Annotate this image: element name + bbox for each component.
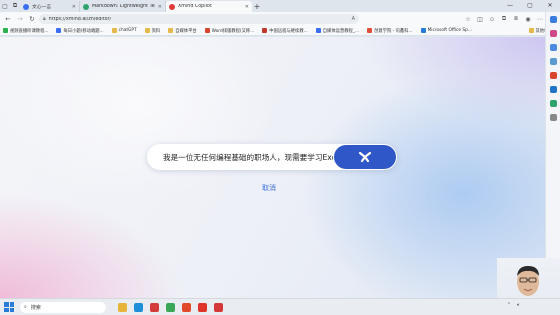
bookmark-item[interactable]: 每日小题(移动端题... xyxy=(56,28,104,34)
bookmark-item[interactable]: Microsoft Office Sp... xyxy=(420,28,472,33)
wps-icon[interactable] xyxy=(182,302,191,312)
bookmark-icon xyxy=(144,28,150,33)
prompt-text: 我是一位无任何编程基础的职场人，现需要学习Exc... xyxy=(163,152,333,162)
bookmark-icon xyxy=(367,28,373,33)
game-icon[interactable] xyxy=(549,58,557,65)
bookmark-label: Word排版教程(又称... xyxy=(211,28,255,34)
cancel-link[interactable]: 取消 xyxy=(262,183,276,193)
system-tray: ⌃ 🔈︎ xyxy=(507,302,520,308)
bookmark-icon xyxy=(168,28,174,33)
plus-icon: + xyxy=(253,1,261,11)
bookmark-icon xyxy=(315,28,321,33)
refresh-icon[interactable]: ↻ xyxy=(27,14,37,24)
bag-icon[interactable] xyxy=(549,30,557,37)
bookmark-label: 中国远程与继续教... xyxy=(269,28,308,34)
outlook-icon[interactable] xyxy=(549,86,557,93)
bookmark-item[interactable]: 中国远程与继续教... xyxy=(262,28,308,34)
bookmarks-bar: 视频直播听课教程... 每日小题(移动端题... chatGPT 资料 自媒体平台 Wor… xyxy=(0,26,560,36)
bookmark-label: 资料 xyxy=(151,28,161,34)
close-icon[interactable]: ✕ xyxy=(245,4,249,10)
windows-taskbar: ⌕ 搜索 ⌃ 🔈︎ xyxy=(0,298,560,315)
wps-pdf-icon[interactable] xyxy=(198,302,207,312)
url-text: https://xmind.ai/zh/editor/ xyxy=(48,16,112,22)
bookmark-item[interactable]: 自媒体平台 xyxy=(168,28,197,34)
bookmark-item[interactable]: 创意学院 - 讯鑫科... xyxy=(367,28,413,34)
xmind-copilot-page: 我是一位无任何编程基础的职场人，现需要学习Exc... 取消 xyxy=(0,37,545,298)
lock-icon: 🔒︎ xyxy=(43,16,46,22)
forward-icon[interactable]: → xyxy=(15,14,25,24)
url-field[interactable]: 🔒︎ https://xmind.ai/zh/editor/ A xyxy=(39,14,359,24)
taskbar-search-box[interactable]: ⌕ 搜索 xyxy=(20,301,106,313)
tab-wenxin[interactable]: 文心一言 ✕ xyxy=(20,1,80,12)
bookmark-label: 视频直播听课教程... xyxy=(10,28,49,34)
volume-icon[interactable]: 🔈︎ xyxy=(517,302,520,308)
taskbar-search-placeholder: 搜索 xyxy=(30,304,41,311)
file-explorer-icon[interactable] xyxy=(118,302,127,312)
app-icon[interactable] xyxy=(549,100,557,107)
bookmark-icon xyxy=(111,28,117,33)
bookmark-label: 每日小题(移动端题... xyxy=(63,28,104,34)
bookmark-icon xyxy=(262,28,268,33)
search-icon: ⌕ xyxy=(24,304,27,310)
chrome-icon[interactable] xyxy=(166,302,175,312)
maximize-icon[interactable]: ▢ xyxy=(520,0,540,12)
prompt-input-box[interactable]: 我是一位无任何编程基础的职场人，现需要学习Exc... xyxy=(147,144,397,170)
close-icon[interactable]: ✕ xyxy=(72,4,76,10)
tab-markdown[interactable]: Markdown: Lightweight Text For... ✕ xyxy=(80,1,166,12)
xmind-logo-icon xyxy=(358,151,372,163)
tab-title: Xmind Copilot xyxy=(178,4,212,9)
tab-bar: ▢ ⧉ 文心一言 ✕ Markdown: Lightweight Text Fo… xyxy=(0,0,560,12)
bookmark-item[interactable]: 资料 xyxy=(144,28,161,34)
collections-icon[interactable]: ⧉ xyxy=(499,14,509,24)
bookmark-item[interactable]: chatGPT xyxy=(111,28,137,33)
extensions-icon[interactable]: ⧈ xyxy=(511,14,521,24)
edge-sidebar xyxy=(545,12,560,298)
generate-button[interactable] xyxy=(334,145,396,169)
close-icon[interactable]: ✕ xyxy=(158,4,162,10)
read-aloud-icon[interactable]: A xyxy=(352,16,355,22)
bookmark-icon xyxy=(56,28,62,33)
bookmark-label: 自媒体平台 xyxy=(175,28,197,34)
bookmark-icon xyxy=(204,28,210,33)
bookmark-icon xyxy=(3,28,8,33)
bookmark-item[interactable]: 视频直播听课教程... xyxy=(3,28,48,34)
bookmark-item[interactable]: Word排版教程(又称... xyxy=(204,28,255,34)
window-controls: — ▢ ✕ xyxy=(500,0,560,12)
address-bar: ← → ↻ 🔒︎ https://xmind.ai/zh/editor/ A ☆… xyxy=(0,12,560,26)
tools-icon[interactable] xyxy=(549,44,557,51)
minimize-icon[interactable]: — xyxy=(500,0,520,12)
taskbar-apps xyxy=(118,302,223,312)
favorites-icon[interactable]: ✩ xyxy=(487,14,497,24)
plus-icon[interactable] xyxy=(549,114,557,121)
bookmark-label: Microsoft Office Sp... xyxy=(427,28,472,33)
markdown-favicon-icon xyxy=(83,3,89,10)
wenxin-favicon-icon xyxy=(23,3,29,10)
bookmark-label: 创意学院 - 讯鑫科... xyxy=(374,28,413,34)
bookmark-label: 自媒体运营教程_... xyxy=(322,28,360,34)
favorite-star-icon[interactable]: ☆ xyxy=(463,14,473,24)
bookmark-label: chatGPT xyxy=(118,28,137,33)
wps-writer-icon[interactable] xyxy=(150,302,159,312)
workspaces-icon[interactable]: ▢ xyxy=(0,1,10,11)
close-window-icon[interactable]: ✕ xyxy=(540,0,560,12)
xmind-icon[interactable] xyxy=(214,302,223,312)
windows-start-icon[interactable] xyxy=(4,302,14,312)
split-screen-icon[interactable]: ◫ xyxy=(475,14,485,24)
more-icon[interactable]: ⋯ xyxy=(535,14,545,24)
bookmark-icon xyxy=(420,28,426,33)
tab-xmind-copilot[interactable]: Xmind Copilot ✕ xyxy=(166,1,252,12)
new-tab-button[interactable]: + xyxy=(252,2,262,11)
edge-icon[interactable] xyxy=(134,302,143,312)
tab-actions-icon[interactable]: ⧉ xyxy=(10,1,20,11)
search-icon[interactable] xyxy=(549,16,557,23)
back-icon[interactable]: ← xyxy=(3,14,13,24)
profile-icon[interactable]: ◉ xyxy=(523,14,533,24)
bookmark-item[interactable]: 自媒体运营教程_... xyxy=(315,28,360,34)
tab-title: Markdown: Lightweight Text For... xyxy=(92,4,155,9)
chevron-up-icon[interactable]: ⌃ xyxy=(507,302,511,308)
bookmark-icon xyxy=(528,28,534,33)
office-icon[interactable] xyxy=(549,72,557,79)
xmind-favicon-icon xyxy=(169,3,175,10)
tab-title: 文心一言 xyxy=(32,5,52,10)
